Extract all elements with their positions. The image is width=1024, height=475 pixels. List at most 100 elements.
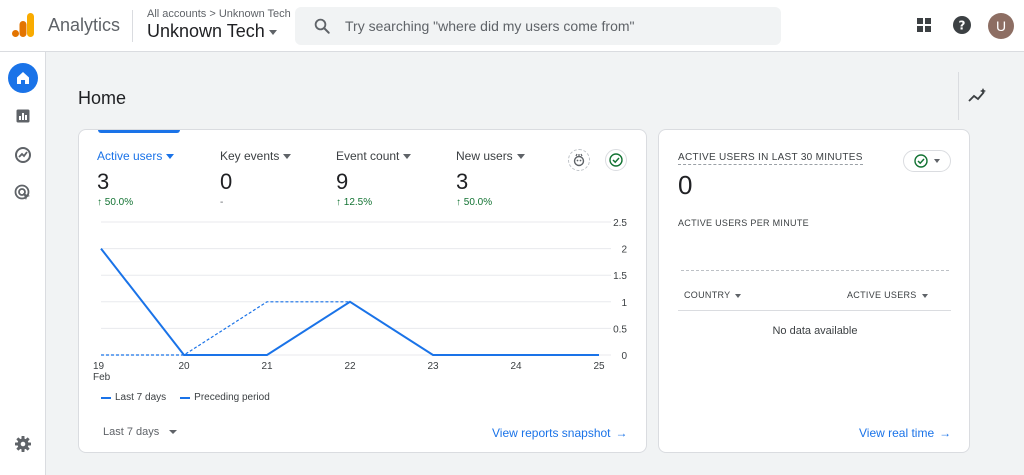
- chevron-down-icon: [735, 293, 742, 298]
- legend-swatch-dashed: [180, 396, 191, 399]
- chevron-down-icon: [169, 430, 178, 435]
- chart-legend: Last 7 days Preceding period: [101, 392, 270, 403]
- legend-item-preceding: Preceding period: [180, 392, 270, 403]
- arrow-right-icon: →: [615, 426, 628, 440]
- table-divider: [678, 310, 951, 311]
- check-circle-icon: [914, 154, 928, 168]
- nav-home[interactable]: [8, 63, 38, 93]
- view-real-time-link[interactable]: View real time →: [859, 426, 951, 440]
- view-reports-snapshot-link[interactable]: View reports snapshot →: [492, 426, 628, 440]
- y-tick-label: 1.5: [613, 271, 627, 282]
- metric-value: 3: [456, 169, 469, 194]
- overview-card: Active users 3 ↑ 50.0% Key events 0 - Ev…: [78, 129, 647, 453]
- realtime-status-dropdown[interactable]: [903, 150, 951, 172]
- right-gutter-divider: [958, 72, 959, 120]
- home-icon: [17, 72, 29, 84]
- empty-state: No data available: [772, 325, 858, 337]
- apps-grid-icon[interactable]: [913, 14, 935, 36]
- link-label: View real time: [859, 426, 935, 440]
- app-name: Analytics: [48, 15, 121, 35]
- chevron-down-icon: [934, 159, 940, 163]
- legend-swatch-solid: [101, 396, 111, 399]
- realtime-card: ACTIVE USERS IN LAST 30 MINUTES 0 ACTIVE…: [658, 129, 970, 453]
- data-quality-button[interactable]: [605, 149, 627, 171]
- chevron-down-icon: [268, 29, 277, 35]
- header-divider: [132, 10, 133, 42]
- per-minute-empty-chart: [681, 270, 949, 271]
- line-chart: 2.5 2 1.5 1 0.5 0 19 20 21 22 23 24 25 Feb: [93, 218, 627, 383]
- left-nav: [0, 52, 46, 475]
- legend-label: Last 7 days: [115, 392, 167, 403]
- chevron-down-icon: [403, 154, 412, 160]
- y-tick-label: 0: [621, 351, 627, 362]
- x-tick-label: 21: [261, 361, 273, 372]
- check-circle-icon: [609, 153, 623, 167]
- y-tick-label: 1: [621, 298, 627, 309]
- x-tick-sublabel: Feb: [93, 372, 111, 383]
- explore-icon: [15, 147, 31, 163]
- metric-value: 3: [97, 169, 110, 194]
- metric-value: 9: [336, 169, 349, 194]
- insights-icon[interactable]: [966, 86, 988, 108]
- metric-change: ↑ 50.0%: [456, 197, 493, 208]
- insights-badge-button[interactable]: [568, 149, 590, 171]
- column-header-country[interactable]: COUNTRY: [684, 290, 742, 300]
- search-bar[interactable]: [295, 7, 781, 45]
- date-range-label: Last 7 days: [103, 426, 160, 438]
- y-tick-label: 2.5: [613, 218, 627, 229]
- metric-change: ↑ 12.5%: [336, 197, 373, 208]
- active-tab-indicator: [98, 130, 180, 133]
- x-tick-label: 20: [178, 361, 190, 372]
- metric-active-users[interactable]: Active users 3 ↑ 50.0%: [97, 149, 175, 209]
- page-title: Home: [78, 88, 127, 108]
- top-bar: Analytics All accounts > Unknown Tech Un…: [0, 0, 1024, 52]
- metric-label: Active users: [97, 149, 163, 163]
- metric-event-count[interactable]: Event count 9 ↑ 12.5%: [336, 149, 412, 209]
- column-header-active-users[interactable]: ACTIVE USERS: [847, 290, 928, 300]
- metric-new-users[interactable]: New users 3 ↑ 50.0%: [456, 149, 525, 209]
- property-name: Unknown Tech: [147, 21, 265, 41]
- x-tick-label: 19: [93, 361, 105, 372]
- nav-reports[interactable]: [8, 101, 38, 131]
- chevron-down-icon: [921, 293, 928, 298]
- insights-badge-icon: [573, 153, 585, 167]
- nav-admin[interactable]: [8, 429, 38, 459]
- y-tick-label: 0.5: [613, 324, 627, 335]
- realtime-subtitle: ACTIVE USERS PER MINUTE: [678, 218, 809, 228]
- nav-explore[interactable]: [8, 140, 38, 170]
- x-tick-label: 23: [427, 361, 439, 372]
- realtime-title[interactable]: ACTIVE USERS IN LAST 30 MINUTES: [678, 152, 863, 165]
- link-label: View reports snapshot: [492, 426, 611, 440]
- help-icon[interactable]: ?: [951, 14, 973, 36]
- legend-item-last-7-days: Last 7 days: [101, 392, 166, 403]
- x-tick-label: 25: [593, 361, 605, 372]
- x-tick-label: 22: [344, 361, 356, 372]
- realtime-value: 0: [678, 170, 693, 200]
- x-tick-label: 24: [510, 361, 522, 372]
- search-icon: [314, 18, 330, 34]
- column-label: COUNTRY: [684, 290, 731, 300]
- metric-change: -: [220, 197, 224, 208]
- legend-label: Preceding period: [194, 392, 270, 403]
- svg-text:?: ?: [959, 19, 966, 33]
- chevron-down-icon: [166, 154, 175, 160]
- metric-label: Event count: [336, 149, 400, 163]
- y-tick-label: 2: [621, 245, 627, 256]
- advertising-target-icon: [14, 184, 30, 200]
- metric-key-events[interactable]: Key events 0 -: [220, 149, 292, 209]
- breadcrumb[interactable]: All accounts > Unknown Tech: [147, 8, 291, 20]
- chevron-down-icon: [516, 154, 525, 160]
- metric-label: New users: [456, 149, 513, 163]
- column-label: ACTIVE USERS: [847, 290, 917, 300]
- search-input[interactable]: [345, 15, 765, 37]
- analytics-logo-icon[interactable]: [12, 13, 34, 37]
- metric-change: ↑ 50.0%: [97, 197, 134, 208]
- property-selector[interactable]: Unknown Tech: [147, 21, 277, 42]
- arrow-right-icon: →: [939, 426, 952, 440]
- date-range-dropdown[interactable]: Last 7 days: [103, 426, 178, 438]
- nav-advertising[interactable]: [8, 178, 38, 208]
- chevron-down-icon: [283, 154, 292, 160]
- bar-chart-icon: [16, 109, 30, 123]
- gear-icon: [15, 436, 31, 452]
- avatar[interactable]: U: [988, 13, 1014, 39]
